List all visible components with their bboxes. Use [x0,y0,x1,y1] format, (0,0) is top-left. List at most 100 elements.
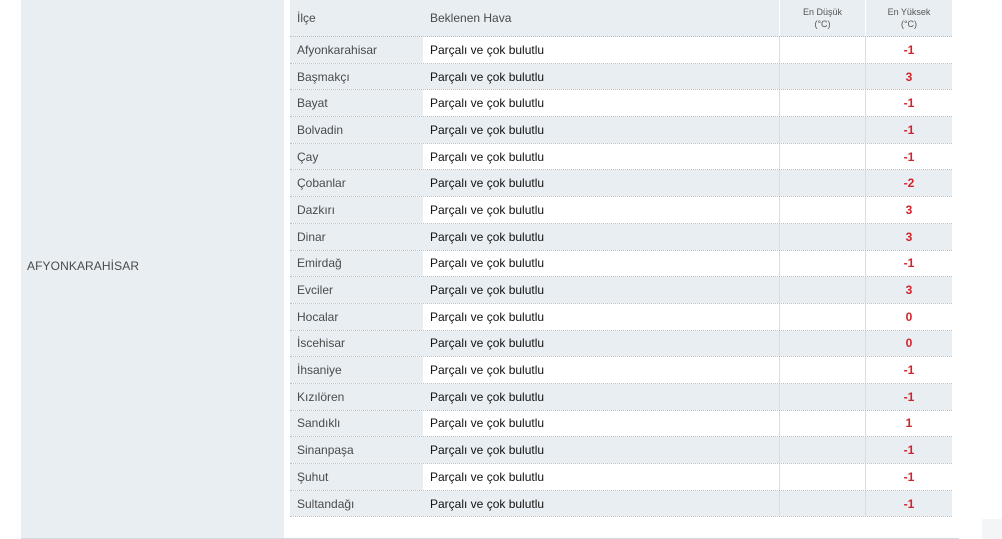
header-max-unit: (°C) [900,19,918,29]
table-row: Dazkırı Parçalı ve çok bulutlu 3 [290,197,952,224]
max-temp-cell: 3 [866,223,952,250]
district-cell: Dazkırı [290,197,423,223]
header-max-label: En Yüksek [887,7,931,17]
max-temp-cell: -1 [866,357,952,383]
table-row: Sandıklı Parçalı ve çok bulutlu 1 [290,410,952,438]
weather-cell: Parçalı ve çok bulutlu [423,197,780,223]
max-temp-cell: -1 [866,143,952,170]
district-cell: Emirdağ [290,250,423,277]
weather-cell: Parçalı ve çok bulutlu [423,250,780,277]
table-row: İscehisar Parçalı ve çok bulutlu 0 [290,330,952,358]
min-temp-cell [780,303,866,330]
max-temp-cell: 3 [866,63,952,90]
min-temp-cell [780,464,866,490]
weather-cell: Parçalı ve çok bulutlu [423,90,780,117]
forecast-table: İlçe Beklenen Hava En Düşük (°C) En Yüks… [290,0,952,518]
table-row: Kızılören Parçalı ve çok bulutlu -1 [290,383,952,411]
min-temp-cell [780,197,866,223]
max-temp-cell: -2 [866,170,952,197]
max-temp-cell: 0 [866,330,952,357]
max-temp-cell: 3 [866,277,952,303]
district-cell: Bolvadin [290,117,423,143]
table-row: Başmakçı Parçalı ve çok bulutlu 3 [290,63,952,91]
district-cell: Çobanlar [290,170,423,197]
max-temp-cell: -1 [866,250,952,277]
max-temp-cell: -1 [866,117,952,143]
weather-cell: Parçalı ve çok bulutlu [423,63,780,90]
min-temp-cell [780,410,866,437]
district-cell: Kızılören [290,383,423,410]
weather-cell: Parçalı ve çok bulutlu [423,437,780,463]
table-header: İlçe Beklenen Hava En Düşük (°C) En Yüks… [290,0,952,37]
max-temp-cell: 0 [866,303,952,330]
max-temp-cell: -1 [866,464,952,490]
table-row: Şuhut Parçalı ve çok bulutlu -1 [290,464,952,491]
weather-cell: Parçalı ve çok bulutlu [423,223,780,250]
table-row: Sultandağı Parçalı ve çok bulutlu -1 [290,490,952,518]
weather-cell: Parçalı ve çok bulutlu [423,170,780,197]
table-row: Çay Parçalı ve çok bulutlu -1 [290,143,952,171]
header-min-label: En Düşük [802,7,843,17]
weather-cell: Parçalı ve çok bulutlu [423,383,780,410]
header-district: İlçe [297,11,316,25]
weather-cell: Parçalı ve çok bulutlu [423,277,780,303]
weather-cell: Parçalı ve çok bulutlu [423,117,780,143]
district-cell: İhsaniye [290,357,423,383]
weather-cell: Parçalı ve çok bulutlu [423,303,780,330]
table-row: Afyonkarahisar Parçalı ve çok bulutlu -1 [290,37,952,64]
district-cell: Afyonkarahisar [290,37,423,63]
district-cell: Evciler [290,277,423,303]
district-cell: Sandıklı [290,410,423,437]
district-cell: Sultandağı [290,490,423,517]
min-temp-cell [780,330,866,357]
province-name: AFYONKARAHİSAR [27,259,140,273]
table-row: Emirdağ Parçalı ve çok bulutlu -1 [290,250,952,278]
table-row: Bayat Parçalı ve çok bulutlu -1 [290,90,952,118]
table-row: Sinanpaşa Parçalı ve çok bulutlu -1 [290,437,952,464]
district-cell: Başmakçı [290,63,423,90]
district-cell: İscehisar [290,330,423,357]
table-row: İhsaniye Parçalı ve çok bulutlu -1 [290,357,952,384]
min-temp-cell [780,277,866,303]
weather-cell: Parçalı ve çok bulutlu [423,143,780,170]
table-row: Dinar Parçalı ve çok bulutlu 3 [290,223,952,251]
weather-cell: Parçalı ve çok bulutlu [423,330,780,357]
scroll-corner [982,519,1002,539]
min-temp-cell [780,437,866,463]
min-temp-cell [780,383,866,410]
max-temp-cell: -1 [866,90,952,117]
weather-cell: Parçalı ve çok bulutlu [423,490,780,517]
district-cell: Çay [290,143,423,170]
table-row: Bolvadin Parçalı ve çok bulutlu -1 [290,117,952,144]
max-temp-cell: -1 [866,383,952,410]
table-row: Hocalar Parçalı ve çok bulutlu 0 [290,303,952,331]
district-cell: Şuhut [290,464,423,490]
min-temp-cell [780,223,866,250]
table-row: Çobanlar Parçalı ve çok bulutlu -2 [290,170,952,198]
min-temp-cell [780,63,866,90]
max-temp-cell: 1 [866,410,952,437]
min-temp-cell [780,250,866,277]
min-temp-cell [780,90,866,117]
min-temp-cell [780,490,866,517]
max-temp-cell: -1 [866,490,952,517]
weather-cell: Parçalı ve çok bulutlu [423,37,780,63]
min-temp-cell [780,143,866,170]
header-weather: Beklenen Hava [423,0,780,36]
weather-cell: Parçalı ve çok bulutlu [423,410,780,437]
header-min-temp: En Düşük (°C) [780,0,866,36]
district-cell: Sinanpaşa [290,437,423,463]
weather-cell: Parçalı ve çok bulutlu [423,357,780,383]
table-body: Afyonkarahisar Parçalı ve çok bulutlu -1 Ba… [290,37,952,518]
district-cell: Hocalar [290,303,423,330]
table-row: Evciler Parçalı ve çok bulutlu 3 [290,277,952,304]
weather-cell: Parçalı ve çok bulutlu [423,464,780,490]
district-cell: Dinar [290,223,423,250]
min-temp-cell [780,117,866,143]
min-temp-cell [780,357,866,383]
max-temp-cell: 3 [866,197,952,223]
header-min-unit: (°C) [814,19,831,29]
max-temp-cell: -1 [866,37,952,63]
min-temp-cell [780,170,866,197]
min-temp-cell [780,37,866,63]
